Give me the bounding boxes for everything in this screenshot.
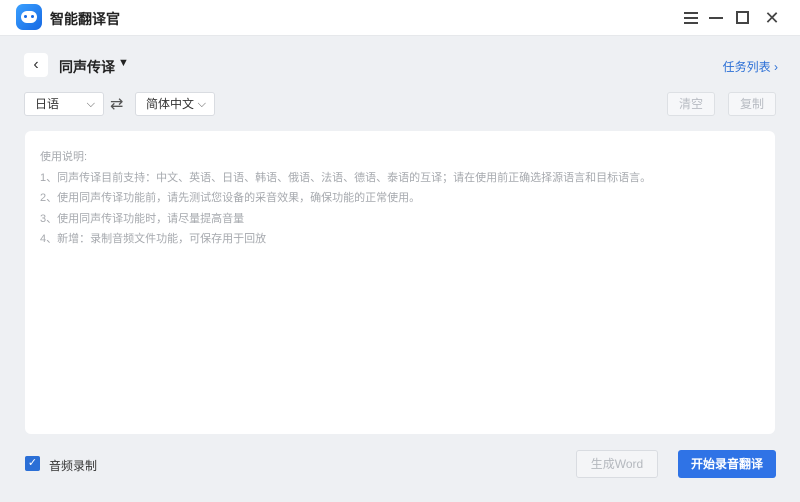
instruction-line: 2、使用同声传译功能前，请先测试您设备的采音效果，确保功能的正常使用。 xyxy=(40,192,421,204)
mode-title: 同声传译 xyxy=(59,59,115,75)
title-bar: 智能翻译官 ✕ xyxy=(0,0,800,36)
task-list-link[interactable]: 任务列表 › xyxy=(723,58,778,75)
back-button[interactable]: ‹ xyxy=(24,53,48,77)
generate-word-button[interactable]: 生成Word xyxy=(576,450,658,478)
target-language-select[interactable]: 简体中文 ⌵ xyxy=(135,92,215,116)
instructions: 使用说明: 1、同声传译目前支持：中文、英语、日语、韩语、俄语、法语、德语、泰语… xyxy=(40,147,651,250)
target-language-value: 简体中文 xyxy=(146,97,195,111)
record-audio-checkbox[interactable]: ✓ xyxy=(25,456,40,471)
app-logo xyxy=(16,4,42,30)
instruction-line: 4、新增：录制音频文件功能，可保存用于回放 xyxy=(40,233,267,245)
chevron-down-icon: ⌵ xyxy=(86,98,95,110)
translation-panel[interactable]: 使用说明: 1、同声传译目前支持：中文、英语、日语、韩语、俄语、法语、德语、泰语… xyxy=(25,131,775,434)
clear-button[interactable]: 清空 xyxy=(667,92,715,116)
swap-icon[interactable]: ⇄ xyxy=(110,94,123,114)
copy-button[interactable]: 复制 xyxy=(728,92,776,116)
menu-icon[interactable] xyxy=(681,8,701,28)
minimize-icon[interactable] xyxy=(706,8,726,28)
instruction-line: 1、同声传译目前支持：中文、英语、日语、韩语、俄语、法语、德语、泰语的互译；请在… xyxy=(40,171,652,184)
chevron-left-icon: ‹ xyxy=(33,56,39,73)
app-title: 智能翻译官 xyxy=(50,11,120,27)
source-language-select[interactable]: 日语 ⌵ xyxy=(24,92,104,116)
record-audio-label: 音频录制 xyxy=(49,459,98,473)
chevron-right-icon: › xyxy=(774,60,778,74)
check-icon: ✓ xyxy=(27,457,38,469)
instruction-line: 3、使用同声传译功能时，请尽量提高音量 xyxy=(40,212,245,225)
chevron-down-icon: ⌵ xyxy=(197,98,206,110)
task-list-label: 任务列表 xyxy=(722,60,771,74)
instructions-heading: 使用说明: xyxy=(40,151,88,163)
caret-down-icon[interactable]: ▼ xyxy=(118,57,129,69)
maximize-icon[interactable] xyxy=(733,8,753,28)
start-recording-translation-button[interactable]: 开始录音翻译 xyxy=(678,450,776,478)
source-language-value: 日语 xyxy=(35,97,60,111)
close-icon[interactable]: ✕ xyxy=(762,8,782,28)
